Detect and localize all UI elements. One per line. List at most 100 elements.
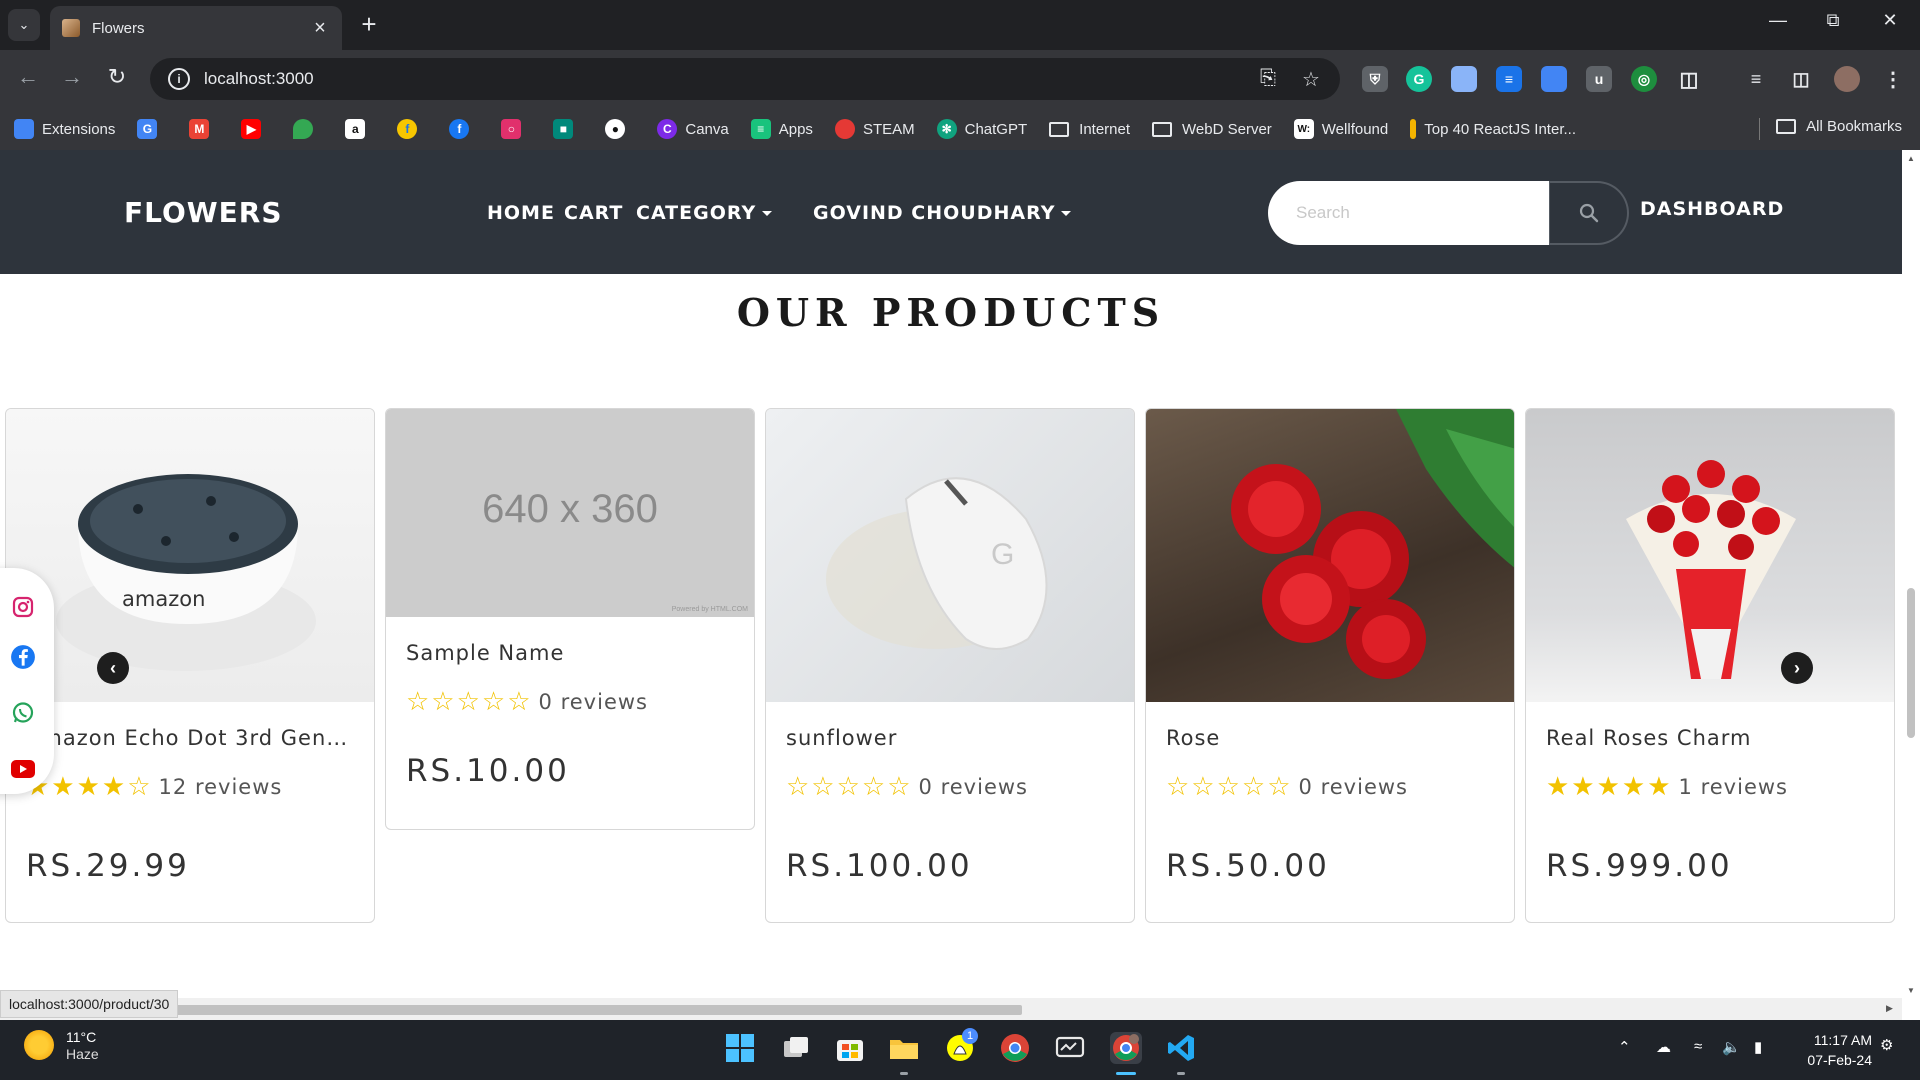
product-image-roses[interactable] [1146,409,1514,702]
ublock-icon[interactable]: u [1586,66,1612,92]
bookmark-gmail[interactable]: M [189,119,217,139]
extension-photo-icon[interactable] [1451,66,1477,92]
scroll-down-icon[interactable]: ▼ [1907,986,1915,995]
product-name[interactable]: Rose [1166,726,1494,750]
nav-user-dropdown[interactable]: GOVIND CHOUDHARY [813,202,1072,224]
file-explorer-app[interactable] [888,1032,920,1064]
vscode-app[interactable] [1165,1032,1197,1064]
site-brand[interactable]: FLOWERS [124,196,283,229]
task-view-button[interactable] [780,1032,812,1064]
profile-avatar[interactable] [1834,66,1860,92]
bookmark-webd-server[interactable]: WebD Server [1152,121,1272,138]
product-image-placeholder[interactable]: 640 x 360 Powered by HTML.COM [386,409,754,617]
chrome-app[interactable] [999,1032,1031,1064]
tray-chevron-up-icon[interactable]: ⌃ [1618,1038,1631,1056]
nav-home[interactable]: HOME [487,202,555,224]
bookmark-github[interactable]: ● [605,119,633,139]
product-name[interactable]: sunflower [786,726,1114,750]
product-card[interactable]: Real Roses Charm ★★★★★ 1 reviews RS.999.0… [1525,408,1895,923]
bookmark-youtube[interactable]: ▶ [241,119,269,139]
side-panel-icon[interactable]: ◫ [1788,66,1814,92]
horizontal-scrollbar[interactable]: ▶ [0,998,1902,1020]
bookmark-internet[interactable]: Internet [1049,121,1130,138]
carousel-prev-button[interactable]: ‹ [97,652,129,684]
nav-dashboard[interactable]: DASHBOARD [1640,198,1784,220]
all-bookmarks-button[interactable]: All Bookmarks [1776,118,1902,135]
vertical-scrollbar[interactable]: ▲ ▼ [1902,150,1920,1002]
product-image-echo-dot[interactable]: amazon [6,409,374,702]
start-button[interactable] [724,1032,756,1064]
product-image-mouse[interactable]: G [766,409,1134,702]
close-tab-icon[interactable]: × [310,17,330,40]
scroll-right-icon[interactable]: ▶ [1886,1003,1893,1014]
new-tab-button[interactable]: + [354,10,384,38]
extensions-puzzle-icon[interactable]: ◫ [1676,66,1702,92]
back-icon[interactable]: ← [12,64,44,90]
browser-tab[interactable]: Flowers × [50,6,342,50]
store-app[interactable] [834,1032,866,1064]
nav-cart[interactable]: CART [564,202,623,224]
grammarly-icon[interactable]: G [1406,66,1432,92]
install-app-icon[interactable]: ⎘ [1260,67,1276,90]
bookmark-translate[interactable]: G [137,119,165,139]
bookmark-canva[interactable]: C Canva [657,119,729,139]
bookmark-flipkart[interactable]: f [397,119,425,139]
product-name[interactable]: Amazon Echo Dot 3rd Generation [26,726,354,750]
extension-docs-icon[interactable] [1541,66,1567,92]
bookmark-apps[interactable]: ≡ Apps [750,119,813,139]
youtube-icon[interactable] [10,756,36,782]
minimize-icon[interactable]: — [1758,10,1798,31]
wifi-icon[interactable]: ≈ [1694,1038,1702,1055]
vertical-scroll-thumb[interactable] [1907,588,1915,738]
bookmark-facebook[interactable]: f [449,119,477,139]
bookmark-instagram[interactable]: ○ [501,119,529,139]
restore-icon[interactable]: ⧉ [1813,10,1853,31]
facebook-icon[interactable] [10,644,36,670]
reload-icon[interactable]: ↻ [101,64,133,90]
reading-list-icon[interactable]: ≡ [1743,66,1769,92]
bookmark-react-article[interactable]: Top 40 ReactJS Inter... [1410,119,1576,139]
product-card[interactable]: G sunflower ☆☆☆☆☆ 0 reviews RS.100.00 [765,408,1135,923]
bookmark-amazon[interactable]: a [345,119,373,139]
forward-icon[interactable]: → [56,64,88,90]
volume-icon[interactable]: 🔈 [1722,1038,1741,1056]
tab-search-button[interactable]: ⌄ [8,9,40,41]
notifications-icon[interactable]: ⚙ [1880,1036,1893,1054]
instagram-icon[interactable] [10,594,36,620]
bookmark-maps[interactable] [293,119,321,139]
bookmark-extensions[interactable]: Extensions [14,119,115,139]
system-monitor-app[interactable] [1054,1032,1086,1064]
brave-shield-icon[interactable]: ⛨ [1362,66,1388,92]
snapchat-app[interactable]: 1 [944,1028,978,1064]
extension-target-icon[interactable]: ◎ [1631,66,1657,92]
bookmark-chatgpt[interactable]: ✻ ChatGPT [936,119,1027,139]
extension-audio-icon[interactable]: ≡ [1496,66,1522,92]
scroll-up-icon[interactable]: ▲ [1907,154,1915,163]
onedrive-icon[interactable]: ☁ [1656,1038,1671,1056]
close-window-icon[interactable]: ✕ [1870,10,1910,31]
search-input[interactable] [1296,203,1526,223]
product-card[interactable]: Rose ☆☆☆☆☆ 0 reviews RS.50.00 [1145,408,1515,923]
battery-icon[interactable]: ▮ [1754,1038,1762,1056]
address-bar[interactable]: i localhost:3000 ⎘ ☆ [150,58,1340,100]
product-name[interactable]: Sample Name [406,641,734,665]
product-card[interactable]: amazon Amazon Echo Dot 3rd Generation ★★… [5,408,375,923]
whatsapp-icon[interactable] [10,700,36,726]
carousel-next-button[interactable]: › [1781,652,1813,684]
bookmark-steam[interactable]: STEAM [834,119,915,139]
product-name[interactable]: Real Roses Charm [1546,726,1874,750]
url-text[interactable]: localhost:3000 [204,69,314,89]
search-field[interactable] [1268,181,1550,245]
bookmark-wellfound[interactable]: W: Wellfound [1293,119,1388,139]
chrome-profile-app[interactable] [1110,1032,1142,1064]
bookmark-star-icon[interactable]: ☆ [1302,67,1320,92]
product-image-bouquet[interactable] [1526,409,1894,702]
bookmark-meet[interactable]: ■ [553,119,581,139]
system-clock[interactable]: 11:17 AM 07-Feb-24 [1807,1030,1872,1070]
site-info-icon[interactable]: i [168,68,190,90]
search-button[interactable] [1549,181,1629,245]
weather-widget[interactable]: 11°C Haze [24,1028,99,1062]
browser-menu-icon[interactable]: ⋮ [1880,66,1906,92]
product-card[interactable]: 640 x 360 Powered by HTML.COM Sample Nam… [385,408,755,830]
nav-category-dropdown[interactable]: CATEGORY [636,202,773,224]
